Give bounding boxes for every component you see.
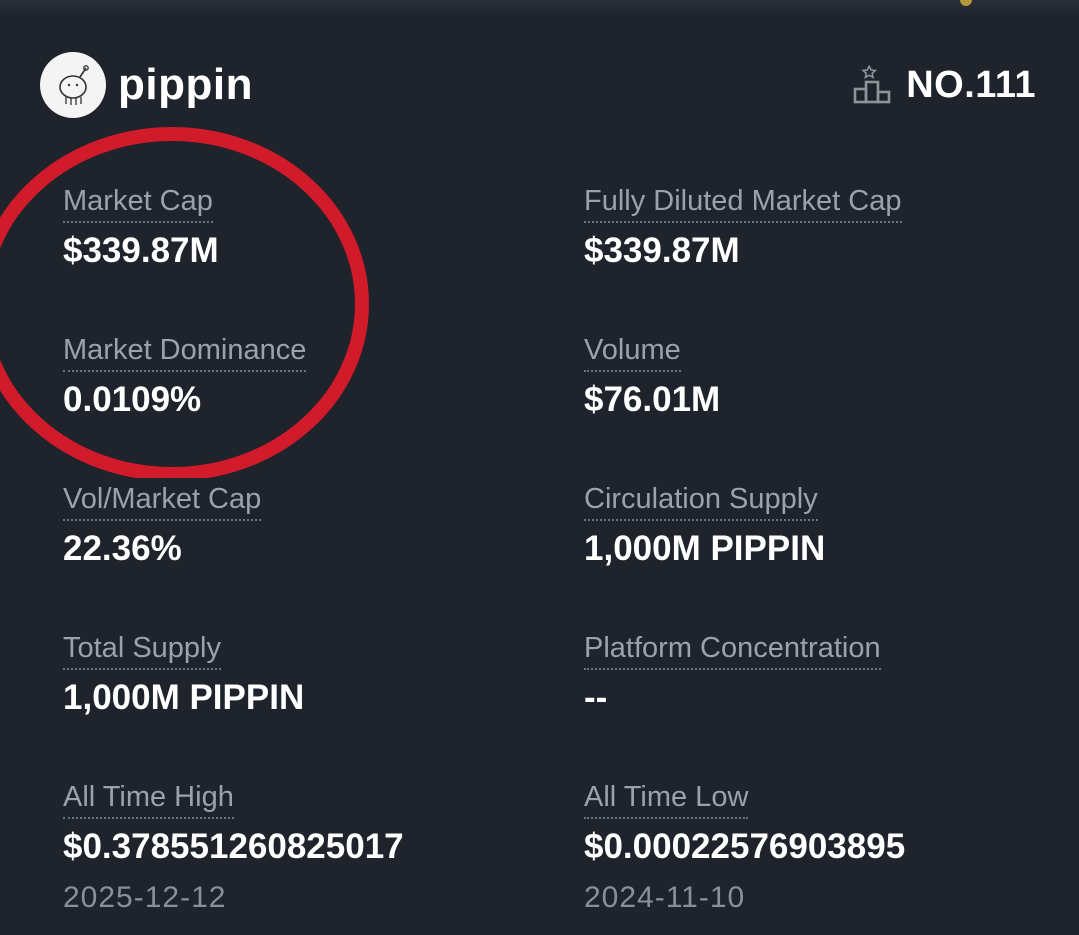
red-circle-annotation (0, 127, 369, 478)
stat-label[interactable]: Platform Concentration (584, 630, 881, 670)
stat-value: $0.378551260825017 (63, 827, 404, 866)
stat-label[interactable]: Fully Diluted Market Cap (584, 183, 902, 223)
stat-label[interactable]: Market Cap (63, 183, 213, 223)
stat-value: $339.87M (584, 231, 740, 270)
status-dot (960, 0, 972, 6)
stat-label[interactable]: Market Dominance (63, 332, 307, 372)
stat-date: 2024-11-10 (584, 881, 746, 914)
stat-all-time-high: All Time High $0.378551260825017 2025-12… (63, 779, 404, 917)
stat-value: $0.00022576903895 (584, 827, 906, 866)
stat-all-time-low: All Time Low $0.00022576903895 2024-11-1… (584, 779, 905, 917)
stat-circulation-supply: Circulation Supply 1,000M PIPPIN (584, 481, 825, 571)
stat-value: 1,000M PIPPIN (584, 529, 826, 568)
stat-market-dominance: Market Dominance 0.0109% (63, 332, 307, 422)
stat-platform-concentration: Platform Concentration -- (584, 630, 881, 720)
stat-value: 1,000M PIPPIN (63, 678, 305, 717)
stat-vol-market-cap: Vol/Market Cap 22.36% (63, 481, 262, 571)
rank-badge[interactable]: NO.111 (852, 64, 1036, 107)
stat-value: 0.0109% (63, 380, 202, 419)
stat-label[interactable]: Vol/Market Cap (63, 481, 262, 521)
stat-label[interactable]: Total Supply (63, 630, 221, 670)
pippin-logo-icon (40, 52, 106, 118)
stat-volume: Volume $76.01M (584, 332, 720, 422)
podium-icon (853, 65, 891, 104)
stat-label[interactable]: Volume (584, 332, 681, 372)
stat-label[interactable]: All Time Low (584, 779, 749, 819)
rank-number: NO.111 (906, 63, 1036, 106)
unicorn-icon (59, 65, 89, 105)
top-strip (0, 0, 1079, 16)
stat-fully-diluted-market-cap: Fully Diluted Market Cap $339.87M (584, 183, 902, 273)
stat-market-cap: Market Cap $339.87M (63, 183, 219, 273)
stat-label[interactable]: Circulation Supply (584, 481, 818, 521)
stat-value: $76.01M (584, 380, 721, 419)
stat-label[interactable]: All Time High (63, 779, 234, 819)
stat-date: 2025-12-12 (63, 881, 227, 914)
stat-total-supply: Total Supply 1,000M PIPPIN (63, 630, 304, 720)
stat-value: $339.87M (63, 231, 219, 270)
coin-brand[interactable]: pippin (40, 52, 253, 118)
coin-header: pippin NO.111 (40, 52, 1036, 118)
coin-name: pippin (118, 60, 253, 109)
stat-value: 22.36% (63, 529, 182, 568)
stat-value: -- (584, 678, 608, 717)
